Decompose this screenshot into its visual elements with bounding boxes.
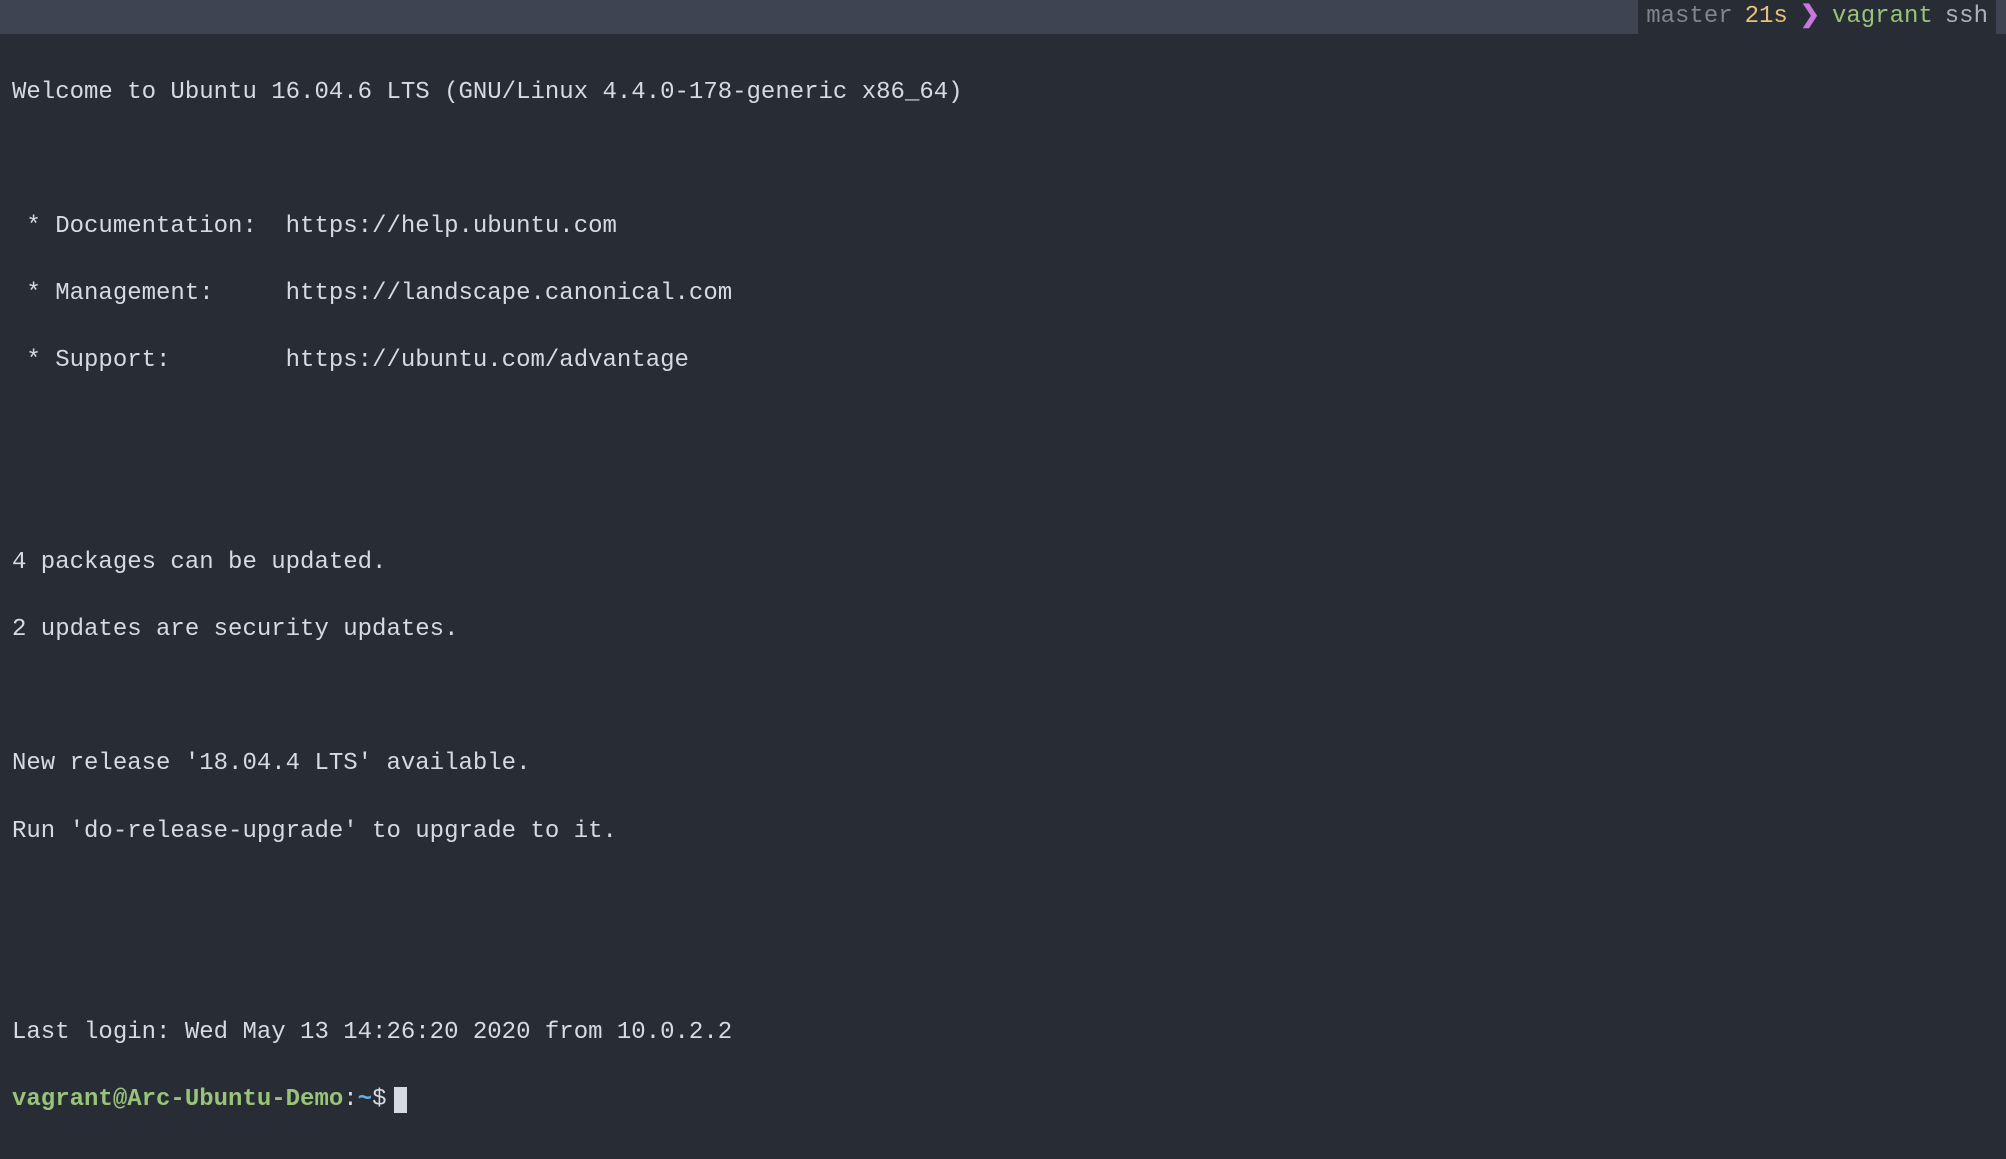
previous-command: vagrant bbox=[1832, 0, 1933, 34]
motd-release-upgrade: Run 'do-release-upgrade' to upgrade to i… bbox=[12, 815, 1994, 849]
blank-line bbox=[12, 680, 1994, 714]
prompt-chevron-icon: ❯ bbox=[1800, 0, 1820, 34]
shell-prompt[interactable]: vagrant@Arc-Ubuntu-Demo:~$ bbox=[12, 1083, 1994, 1117]
blank-line bbox=[12, 143, 1994, 177]
prompt-colon: : bbox=[343, 1083, 357, 1117]
motd-documentation: * Documentation: https://help.ubuntu.com bbox=[12, 210, 1994, 244]
blank-line bbox=[12, 882, 1994, 916]
prompt-cwd: ~ bbox=[358, 1083, 372, 1117]
motd-management: * Management: https://landscape.canonica… bbox=[12, 277, 1994, 311]
prompt-user-host: vagrant@Arc-Ubuntu-Demo bbox=[12, 1083, 343, 1117]
blank-line bbox=[12, 412, 1994, 446]
prompt-dollar: $ bbox=[372, 1083, 386, 1117]
terminal-top-bar: master 21s ❯ vagrant ssh bbox=[0, 0, 2006, 34]
prompt-status: master 21s ❯ vagrant ssh bbox=[1638, 0, 1996, 34]
blank-line bbox=[12, 479, 1994, 513]
motd-welcome: Welcome to Ubuntu 16.04.6 LTS (GNU/Linux… bbox=[12, 76, 1994, 110]
cursor-block-icon bbox=[394, 1087, 407, 1113]
motd-security-updates: 2 updates are security updates. bbox=[12, 613, 1994, 647]
motd-support: * Support: https://ubuntu.com/advantage bbox=[12, 344, 1994, 378]
command-duration: 21s bbox=[1745, 0, 1788, 34]
git-branch: master bbox=[1646, 0, 1732, 34]
top-bar-spacer bbox=[10, 0, 1638, 34]
terminal-output[interactable]: Welcome to Ubuntu 16.04.6 LTS (GNU/Linux… bbox=[0, 34, 2006, 1159]
motd-last-login: Last login: Wed May 13 14:26:20 2020 fro… bbox=[12, 1016, 1994, 1050]
motd-new-release: New release '18.04.4 LTS' available. bbox=[12, 747, 1994, 781]
motd-packages-update: 4 packages can be updated. bbox=[12, 546, 1994, 580]
previous-command-arg: ssh bbox=[1945, 0, 1988, 34]
blank-line bbox=[12, 949, 1994, 983]
